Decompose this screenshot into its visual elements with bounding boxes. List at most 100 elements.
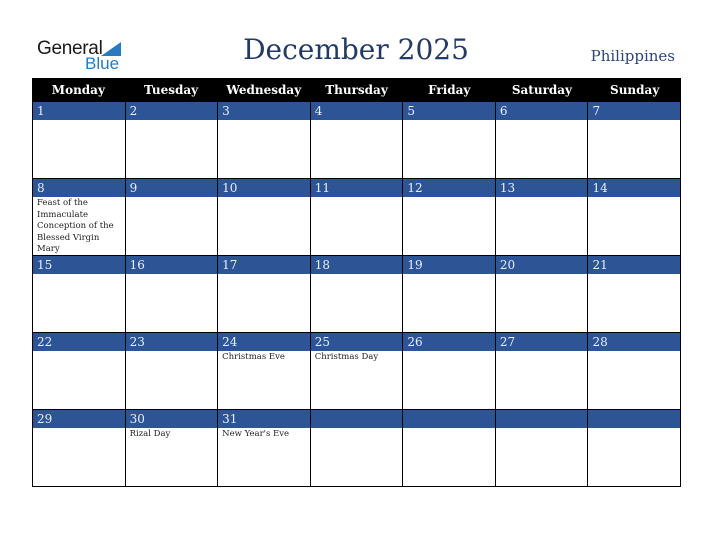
day-cell[interactable]: 4	[309, 102, 403, 179]
day-cell[interactable]: 9	[124, 179, 218, 256]
day-number	[495, 410, 588, 428]
day-cell[interactable]: 26	[402, 333, 495, 410]
holiday-label	[496, 351, 588, 352]
day-cell[interactable]: 3	[217, 102, 310, 179]
day-cell[interactable]: 13	[494, 179, 588, 256]
holiday-label	[126, 274, 218, 275]
holiday-label	[33, 274, 125, 275]
holiday-label	[588, 274, 680, 275]
weekday-header: Tuesday	[144, 83, 199, 97]
week-row: 15 16 17 18 19 20 21	[32, 256, 682, 333]
day-number: 8	[33, 179, 125, 197]
holiday-label: New Year's Eve	[222, 429, 290, 439]
day-cell[interactable]: 16	[124, 256, 218, 333]
day-cell[interactable]	[587, 410, 682, 487]
day-number: 9	[125, 179, 218, 197]
weekday-header-row: Monday Tuesday Wednesday Thursday Friday…	[32, 78, 681, 102]
holiday-label	[218, 120, 310, 121]
day-cell[interactable]: 27	[494, 333, 588, 410]
day-number: 4	[310, 102, 403, 120]
weekday-header: Saturday	[511, 83, 573, 97]
day-number: 11	[310, 179, 403, 197]
day-number	[588, 410, 681, 428]
day-cell[interactable]: 28	[587, 333, 682, 410]
day-number: 6	[495, 102, 588, 120]
day-number	[310, 410, 403, 428]
holiday-label	[403, 197, 495, 198]
day-number: 31	[218, 410, 310, 428]
day-cell[interactable]: 2	[124, 102, 218, 179]
holiday-label	[218, 274, 310, 275]
day-number: 28	[588, 333, 681, 351]
holiday-label	[311, 428, 403, 429]
holiday-label	[588, 197, 680, 198]
holiday-label: Christmas Eve	[222, 352, 285, 362]
day-number: 1	[33, 102, 125, 120]
day-cell[interactable]: 29	[32, 410, 125, 487]
day-number: 30	[125, 410, 218, 428]
day-cell[interactable]: 18	[309, 256, 403, 333]
calendar-grid: Monday Tuesday Wednesday Thursday Friday…	[32, 78, 682, 487]
day-number: 18	[310, 256, 403, 274]
holiday-label	[588, 428, 680, 429]
day-cell[interactable]: 23	[124, 333, 218, 410]
day-number: 16	[125, 256, 218, 274]
day-number: 2	[125, 102, 218, 120]
day-number: 27	[495, 333, 588, 351]
day-cell[interactable]: 14	[587, 179, 682, 256]
day-cell[interactable]: 25 Christmas Day	[309, 333, 403, 410]
holiday-label: Feast of the Immaculate Conception of th…	[37, 198, 114, 254]
holiday-label	[403, 351, 495, 352]
day-cell[interactable]: 7	[587, 102, 682, 179]
holiday-label	[311, 274, 403, 275]
week-row: 29 30 Rizal Day 31 New Year's Eve	[32, 410, 682, 487]
day-cell[interactable]: 24 Christmas Eve	[217, 333, 310, 410]
holiday-label	[403, 120, 495, 121]
day-cell[interactable]	[309, 410, 403, 487]
holiday-label	[126, 351, 218, 352]
holiday-label	[311, 197, 403, 198]
day-cell[interactable]: 31 New Year's Eve	[217, 410, 310, 487]
day-cell[interactable]: 8 Feast of the Immaculate Conception of t…	[32, 179, 125, 256]
day-cell[interactable]: 12	[402, 179, 495, 256]
day-number: 29	[33, 410, 125, 428]
week-row: 1234567	[32, 102, 682, 179]
day-number: 20	[495, 256, 588, 274]
day-cell[interactable]: 19	[402, 256, 495, 333]
week-row: 22 23 24 Christmas Eve 25 Christmas Day 26 27 28	[32, 333, 682, 410]
day-cell[interactable]: 21	[587, 256, 682, 333]
holiday-label	[496, 428, 588, 429]
weekday-header: Friday	[428, 83, 471, 97]
day-cell[interactable]: 22	[32, 333, 125, 410]
day-cell[interactable]: 15	[32, 256, 125, 333]
weekday-header: Wednesday	[226, 83, 302, 97]
day-number: 12	[403, 179, 495, 197]
day-number: 13	[495, 179, 588, 197]
day-cell[interactable]: 5	[402, 102, 495, 179]
day-number: 24	[218, 333, 310, 351]
holiday-label	[496, 120, 588, 121]
holiday-label: Rizal Day	[129, 429, 171, 439]
day-cell[interactable]	[402, 410, 495, 487]
day-number: 26	[403, 333, 495, 351]
holiday-label	[33, 428, 125, 429]
holiday-label	[126, 197, 218, 198]
holiday-label	[126, 120, 218, 121]
country-label: Philippines	[590, 47, 675, 65]
day-cell[interactable]: 6	[494, 102, 588, 179]
day-cell[interactable]: 20	[494, 256, 588, 333]
weekday-header: Sunday	[610, 83, 660, 97]
day-cell[interactable]: 11	[309, 179, 403, 256]
holiday-label: Christmas Day	[314, 352, 379, 362]
holiday-label	[403, 274, 495, 275]
day-cell[interactable]: 30 Rizal Day	[124, 410, 218, 487]
day-cell[interactable]: 1	[32, 102, 125, 179]
day-number	[403, 410, 495, 428]
day-cell[interactable]: 10	[217, 179, 310, 256]
holiday-label	[311, 120, 403, 121]
weeks-container: 1 2 3 4 5 6 7 8 Feast of the Immaculate Concepti…	[32, 102, 682, 487]
day-number: 14	[588, 179, 681, 197]
day-cell[interactable]	[494, 410, 588, 487]
day-cell[interactable]: 17	[217, 256, 310, 333]
day-number: 21	[588, 256, 681, 274]
